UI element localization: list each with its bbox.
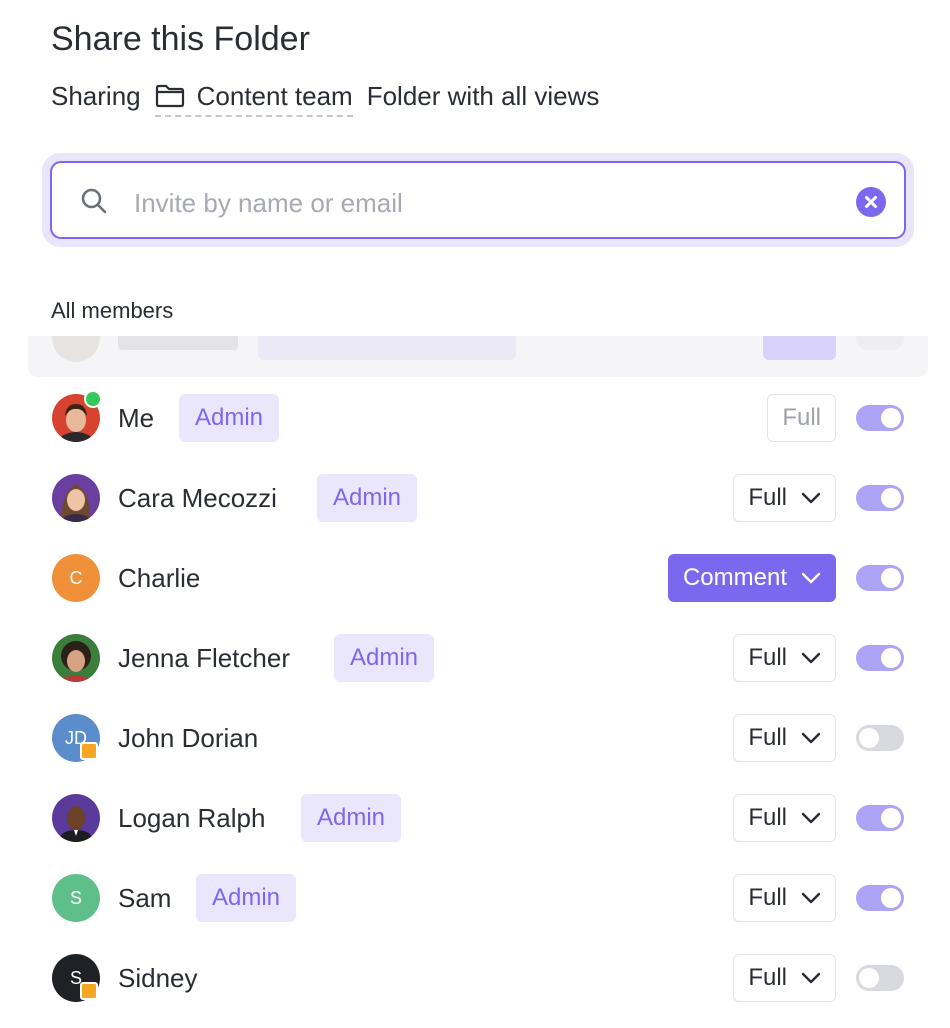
access-toggle[interactable] xyxy=(856,565,904,591)
toggle-knob xyxy=(881,488,901,508)
role-badge xyxy=(258,336,516,360)
sharing-subtitle: Sharing Content team Folder with all vie… xyxy=(51,76,600,117)
toggle-knob xyxy=(859,968,879,988)
section-label-all-members: All members xyxy=(51,298,174,323)
chevron-down-icon xyxy=(801,732,821,744)
permission-select[interactable]: Full xyxy=(733,954,836,1002)
permission-select[interactable]: Full xyxy=(733,634,836,682)
avatar xyxy=(52,634,100,682)
permission-label: Full xyxy=(748,724,787,751)
member-name: Sidney xyxy=(118,963,198,993)
search-input[interactable] xyxy=(132,181,836,225)
access-toggle[interactable] xyxy=(856,405,904,431)
avatar xyxy=(52,336,100,362)
access-toggle[interactable] xyxy=(856,885,904,911)
sharing-suffix: Folder with all views xyxy=(366,80,600,111)
clear-icon xyxy=(865,196,877,208)
folder-icon xyxy=(155,84,184,108)
member-row: C Charlie Comment xyxy=(0,538,950,618)
permission-select xyxy=(763,336,836,360)
permission-label: Full xyxy=(748,804,787,831)
chevron-down-icon xyxy=(801,892,821,904)
member-name: John Dorian xyxy=(118,723,259,753)
access-toggle[interactable] xyxy=(856,725,904,751)
toggle-knob xyxy=(881,888,901,908)
sharing-prefix: Sharing xyxy=(51,80,141,111)
member-name xyxy=(118,336,238,350)
member-name: Jenna Fletcher xyxy=(118,643,290,673)
access-toggle[interactable] xyxy=(856,485,904,511)
permission-label: Full xyxy=(748,964,787,991)
chevron-down-icon xyxy=(801,812,821,824)
toggle-knob xyxy=(881,808,901,828)
toggle-knob xyxy=(881,568,901,588)
search-focus-ring xyxy=(42,153,914,247)
scrolled-list-item xyxy=(28,336,928,377)
avatar: JD xyxy=(52,714,100,762)
role-badge: Admin xyxy=(179,394,280,442)
member-row: Me Admin Full xyxy=(0,378,950,458)
member-row: Jenna Fletcher Admin Full xyxy=(0,618,950,698)
access-toggle[interactable] xyxy=(856,965,904,991)
chevron-down-icon xyxy=(801,652,821,664)
clear-search-button[interactable] xyxy=(856,187,886,217)
guest-badge xyxy=(80,982,98,1000)
folder-name: Content team xyxy=(196,80,353,111)
avatar xyxy=(52,474,100,522)
profile-photo xyxy=(52,474,100,522)
online-status-dot xyxy=(84,390,102,408)
member-row: S Sam Admin Full xyxy=(0,858,950,938)
permission-label: Full xyxy=(748,644,787,671)
profile-photo xyxy=(52,794,100,842)
guest-badge xyxy=(80,742,98,760)
permission-label: Full xyxy=(782,404,821,431)
members-list: Me Admin Full Cara Mecozzi Admin Full C xyxy=(0,378,950,1018)
folder-chip[interactable]: Content team xyxy=(154,80,353,117)
member-row: JD John Dorian Full xyxy=(0,698,950,778)
access-toggle xyxy=(856,336,904,350)
member-name: Charlie xyxy=(118,563,201,593)
role-badge: Admin xyxy=(196,874,297,922)
avatar: S xyxy=(52,954,100,1002)
avatar-initials: S xyxy=(69,887,82,908)
avatar-initials: C xyxy=(69,567,83,588)
permission-select[interactable]: Full xyxy=(733,794,836,842)
dialog-title: Share this Folder xyxy=(51,20,310,58)
member-name: Sam xyxy=(118,883,172,913)
avatar: C xyxy=(52,554,100,602)
permission-select: Full xyxy=(767,394,836,442)
permission-select[interactable]: Full xyxy=(733,714,836,762)
chevron-down-icon xyxy=(801,492,821,504)
access-toggle[interactable] xyxy=(856,805,904,831)
role-badge: Admin xyxy=(317,474,418,522)
chevron-down-icon xyxy=(801,572,821,584)
member-row: Cara Mecozzi Admin Full xyxy=(0,458,950,538)
permission-label: Comment xyxy=(682,564,787,591)
toggle-knob xyxy=(881,408,901,428)
member-name: Logan Ralph xyxy=(118,803,266,833)
avatar: S xyxy=(52,874,100,922)
permission-select[interactable]: Full xyxy=(733,474,836,522)
permission-select[interactable]: Full xyxy=(733,874,836,922)
member-row: S Sidney Full xyxy=(0,938,950,1018)
toggle-knob xyxy=(881,648,901,668)
avatar xyxy=(52,794,100,842)
profile-photo xyxy=(52,634,100,682)
member-row: Logan Ralph Admin Full xyxy=(0,778,950,858)
toggle-knob xyxy=(859,728,879,748)
chevron-down-icon xyxy=(801,972,821,984)
search-icon xyxy=(81,188,107,214)
permission-select[interactable]: Comment xyxy=(667,554,836,602)
permission-label: Full xyxy=(748,884,787,911)
permission-label: Full xyxy=(748,484,787,511)
member-name: Cara Mecozzi xyxy=(118,483,277,513)
role-badge: Admin xyxy=(334,634,435,682)
avatar xyxy=(52,390,102,442)
member-name: Me xyxy=(118,403,155,433)
access-toggle[interactable] xyxy=(856,645,904,671)
role-badge: Admin xyxy=(301,794,402,842)
search-box[interactable] xyxy=(50,161,906,239)
